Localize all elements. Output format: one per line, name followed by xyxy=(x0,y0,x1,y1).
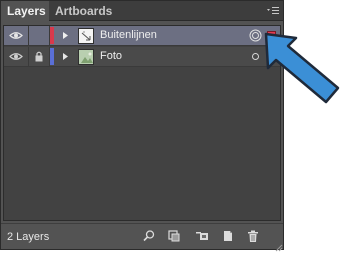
eye-icon xyxy=(9,32,23,39)
eye-icon xyxy=(9,53,23,60)
layer-row-foto[interactable]: Foto xyxy=(4,47,280,67)
new-layer-icon xyxy=(224,231,232,241)
photo-thumb-icon xyxy=(79,50,93,64)
arrow-sketch-icon xyxy=(81,31,91,41)
expand-triangle-icon[interactable] xyxy=(60,26,72,45)
layer-name[interactable]: Foto xyxy=(100,47,122,66)
locate-object-button[interactable] xyxy=(141,228,157,244)
panel-menu-icon[interactable] xyxy=(266,5,280,17)
layer-row-buitenlijnen[interactable]: Buitenlijnen xyxy=(4,26,280,46)
trash-icon xyxy=(248,230,258,242)
tab-layers[interactable]: Layers xyxy=(1,1,49,22)
create-sublayer-button[interactable] xyxy=(194,228,210,244)
lock-toggle[interactable] xyxy=(29,26,50,45)
layer-count: 2 Layers xyxy=(7,231,50,243)
visibility-toggle[interactable] xyxy=(4,26,29,45)
sublayer-icon xyxy=(196,232,208,240)
create-new-layer-button[interactable] xyxy=(220,228,236,244)
layer-thumbnail xyxy=(78,49,94,65)
expand-triangle-icon[interactable] xyxy=(60,47,72,66)
make-clipping-mask-button[interactable] xyxy=(166,228,182,244)
layers-panel: Layers Artboards Buitenlijnen Foto 2 Lay… xyxy=(0,0,284,252)
layer-color-bar xyxy=(50,27,54,44)
resize-grip-icon[interactable] xyxy=(273,239,283,252)
layer-color-bar xyxy=(50,48,54,65)
pointer-arrow xyxy=(264,32,340,104)
panel-footer: 2 Layers xyxy=(1,223,283,252)
layers-list: Buitenlijnen Foto xyxy=(3,25,281,221)
delete-layer-button[interactable] xyxy=(245,228,261,244)
lock-toggle[interactable] xyxy=(29,47,50,66)
clipping-mask-icon xyxy=(168,230,180,242)
layer-name[interactable]: Buitenlijnen xyxy=(100,26,157,45)
tab-artboards[interactable]: Artboards xyxy=(49,1,118,21)
lock-icon xyxy=(35,51,43,62)
layer-thumbnail xyxy=(78,28,94,44)
visibility-toggle[interactable] xyxy=(4,47,29,66)
search-icon xyxy=(143,230,155,242)
panel-tab-bar: Layers Artboards xyxy=(1,1,283,22)
